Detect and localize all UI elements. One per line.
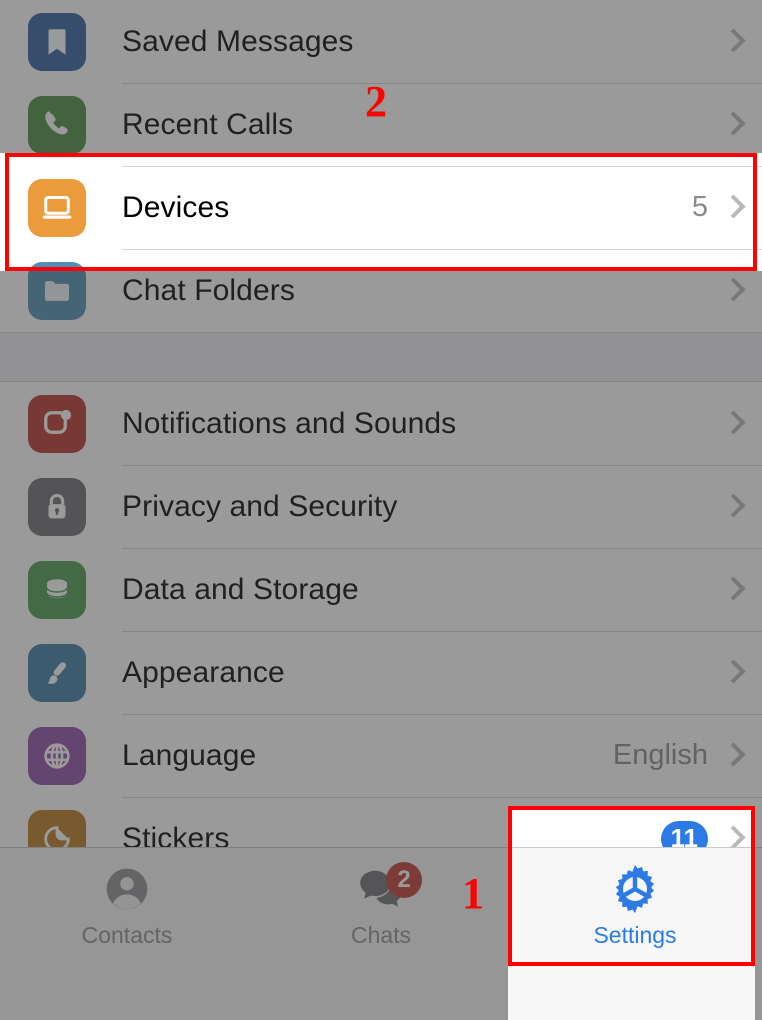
folder-icon bbox=[28, 261, 86, 320]
annotation-step-2: 2 bbox=[365, 77, 387, 126]
row-value: English bbox=[612, 739, 708, 771]
settings-list: Saved Messages Recent Calls Devices 5 Ch… bbox=[0, 0, 762, 880]
phone-screen: Saved Messages Recent Calls Devices 5 Ch… bbox=[0, 0, 762, 1020]
chats-unread-badge: 2 bbox=[386, 862, 422, 898]
chevron-right-icon bbox=[724, 410, 740, 438]
gear-icon bbox=[607, 860, 663, 918]
settings-row-label: Devices bbox=[122, 190, 230, 224]
settings-row-notifications-and-sounds[interactable]: Notifications and Sounds bbox=[0, 382, 762, 465]
settings-section-account: Saved Messages Recent Calls Devices 5 Ch… bbox=[0, 0, 762, 332]
row-accessory: 5 bbox=[692, 166, 740, 249]
settings-row-language[interactable]: Language English bbox=[0, 714, 762, 797]
row-value: 5 bbox=[691, 191, 708, 223]
row-accessory bbox=[724, 465, 740, 548]
settings-row-label: Saved Messages bbox=[122, 24, 354, 58]
person-icon bbox=[101, 860, 153, 918]
tab-label: Chats bbox=[350, 922, 412, 948]
tab-settings[interactable]: Settings bbox=[508, 848, 762, 961]
annotation-step-1: 1 bbox=[462, 869, 484, 918]
chevron-right-icon bbox=[724, 111, 740, 139]
row-accessory: English bbox=[613, 714, 740, 797]
chevron-right-icon bbox=[724, 493, 740, 521]
row-accessory bbox=[724, 631, 740, 714]
chevron-right-icon bbox=[724, 742, 740, 770]
settings-row-saved-messages[interactable]: Saved Messages bbox=[0, 0, 762, 83]
row-accessory bbox=[724, 83, 740, 166]
chevron-right-icon bbox=[724, 659, 740, 687]
lock-icon bbox=[28, 477, 86, 536]
settings-row-label: Appearance bbox=[122, 655, 285, 689]
settings-row-label: Data and Storage bbox=[122, 572, 359, 606]
settings-section-preferences: Notifications and Sounds Privacy and Sec… bbox=[0, 382, 762, 880]
tab-bar-items: Contacts 2 Chats Settings bbox=[0, 848, 762, 961]
row-accessory bbox=[724, 382, 740, 465]
settings-row-label: Chat Folders bbox=[122, 273, 295, 307]
row-accessory bbox=[724, 249, 740, 332]
settings-row-data-and-storage[interactable]: Data and Storage bbox=[0, 548, 762, 631]
settings-row-label: Notifications and Sounds bbox=[122, 406, 457, 440]
chevron-right-icon bbox=[724, 28, 740, 56]
bookmark-icon bbox=[28, 12, 86, 71]
laptop-icon bbox=[28, 178, 86, 237]
globe-icon bbox=[28, 726, 86, 785]
section-separator bbox=[0, 332, 762, 382]
row-accessory bbox=[724, 0, 740, 83]
settings-row-label: Privacy and Security bbox=[122, 489, 398, 523]
settings-row-label: Language bbox=[122, 738, 257, 772]
chevron-right-icon bbox=[724, 194, 740, 222]
tab-label: Settings bbox=[593, 922, 677, 948]
tab-contacts[interactable]: Contacts bbox=[0, 848, 254, 961]
paintbrush-icon bbox=[28, 643, 86, 702]
settings-row-privacy-and-security[interactable]: Privacy and Security bbox=[0, 465, 762, 548]
settings-row-chat-folders[interactable]: Chat Folders bbox=[0, 249, 762, 332]
chevron-right-icon bbox=[724, 576, 740, 604]
settings-row-label: Recent Calls bbox=[122, 107, 294, 141]
chats-icon: 2 bbox=[354, 860, 422, 918]
notification-bell-icon bbox=[28, 394, 86, 453]
database-icon bbox=[28, 560, 86, 619]
chevron-right-icon bbox=[724, 277, 740, 305]
row-accessory bbox=[724, 548, 740, 631]
tab-label: Contacts bbox=[81, 922, 173, 948]
tab-bar: Contacts 2 Chats Settings bbox=[0, 847, 762, 1020]
settings-row-devices[interactable]: Devices 5 bbox=[0, 166, 762, 249]
settings-row-appearance[interactable]: Appearance bbox=[0, 631, 762, 714]
phone-icon bbox=[28, 95, 86, 154]
